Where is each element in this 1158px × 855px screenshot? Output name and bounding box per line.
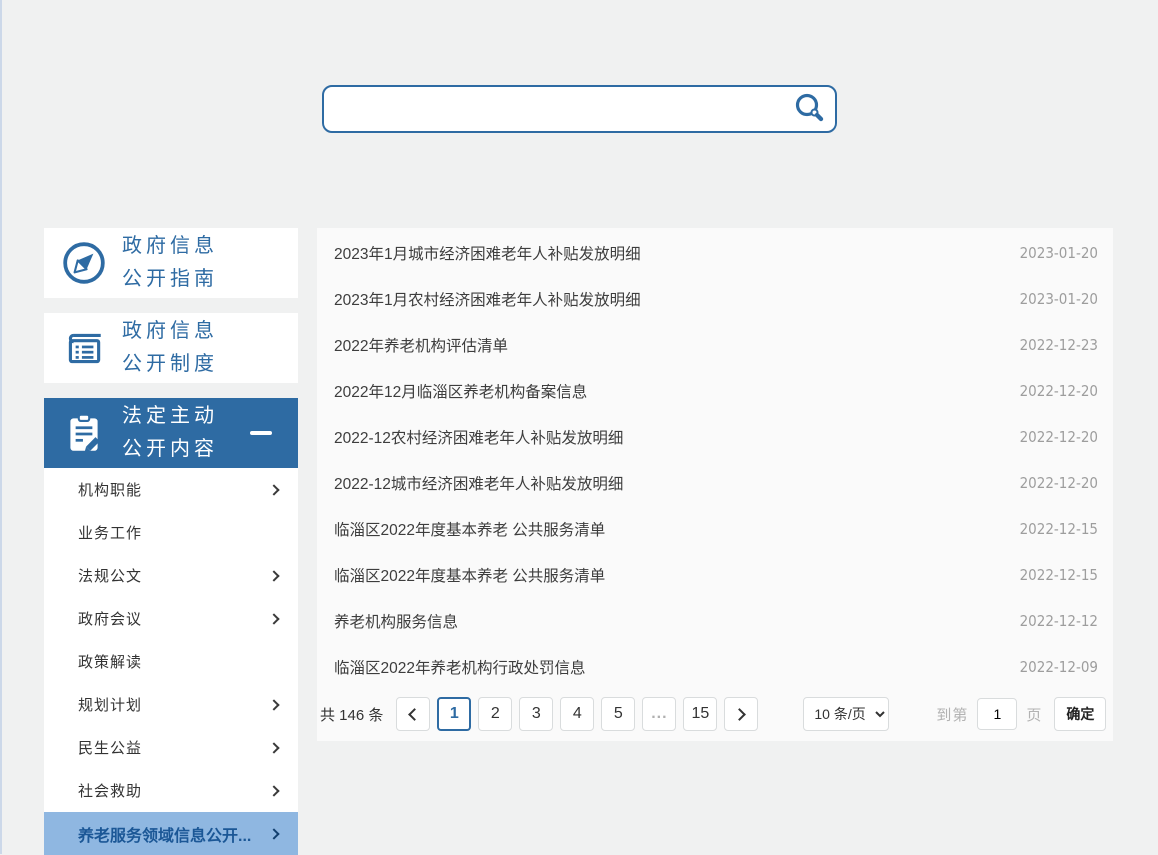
sidebar-menu-item[interactable]: 业务工作 <box>44 511 298 554</box>
list-item: 临淄区2022年度基本养老 公共服务清单 2022-12-15 <box>317 506 1113 552</box>
sidebar-menu-item[interactable]: 规划计划 <box>44 683 298 726</box>
article-link[interactable]: 2023年1月农村经济困难老年人补贴发放明细 <box>334 288 1000 310</box>
page-button[interactable]: 15 <box>683 697 717 731</box>
sidebar: 政府信息 公开指南 政府信息 公开制度 <box>44 228 298 855</box>
collapse-minus-icon[interactable] <box>250 431 272 435</box>
search-button[interactable] <box>789 92 835 127</box>
page-button[interactable]: 1 <box>437 697 471 731</box>
list-item: 养老机构服务信息 2022-12-12 <box>317 598 1113 644</box>
page-number: 4 <box>573 705 582 723</box>
list-item: 2022-12城市经济困难老年人补贴发放明细 2022-12-20 <box>317 460 1113 506</box>
article-link[interactable]: 2023年1月城市经济困难老年人补贴发放明细 <box>334 242 1000 264</box>
article-link[interactable]: 养老机构服务信息 <box>334 610 1000 632</box>
menu-item-label: 社会救助 <box>78 780 142 801</box>
article-date: 2023-01-20 <box>1020 244 1098 262</box>
menu-item-label: 机构职能 <box>78 479 142 500</box>
chevron-right-icon <box>268 828 279 839</box>
article-link[interactable]: 临淄区2022年度基本养老 公共服务清单 <box>334 518 1000 540</box>
sidebar-card-label: 法定主动 公开内容 <box>122 400 218 466</box>
article-date: 2022-12-12 <box>1020 612 1098 630</box>
article-list: 2023年1月城市经济困难老年人补贴发放明细 2023-01-20 2023年1… <box>317 228 1113 690</box>
sidebar-menu-item[interactable]: 社会救助 <box>44 769 298 812</box>
pagination-bar: 共 146 条 1 2 3 4 5 ... 15 10 条/页 <box>317 697 1113 731</box>
list-item: 2023年1月农村经济困难老年人补贴发放明细 2023-01-20 <box>317 276 1113 322</box>
search-bar <box>322 85 837 133</box>
sidebar-card-gov-info-system[interactable]: 政府信息 公开制度 <box>44 313 298 383</box>
article-date: 2023-01-20 <box>1020 290 1098 308</box>
clipboard-pen-icon <box>60 410 108 456</box>
list-item: 2022年12月临淄区养老机构备案信息 2022-12-20 <box>317 368 1113 414</box>
page-number: 1 <box>450 705 459 723</box>
prev-page-button[interactable] <box>396 697 430 731</box>
sidebar-card-legal-disclosure[interactable]: 法定主动 公开内容 <box>44 398 298 468</box>
article-link[interactable]: 2022-12农村经济困难老年人补贴发放明细 <box>334 426 1000 448</box>
article-date: 2022-12-09 <box>1020 658 1098 676</box>
page-button[interactable]: 5 <box>601 697 635 731</box>
page-number: 3 <box>532 705 541 723</box>
article-link[interactable]: 2022年养老机构评估清单 <box>334 334 1000 356</box>
list-item: 2022-12农村经济困难老年人补贴发放明细 2022-12-20 <box>317 414 1113 460</box>
sidebar-menu-item[interactable]: 政府会议 <box>44 597 298 640</box>
article-date: 2022-12-23 <box>1020 336 1098 354</box>
menu-item-label: 规划计划 <box>78 694 142 715</box>
article-link[interactable]: 2022-12城市经济困难老年人补贴发放明细 <box>334 472 1000 494</box>
next-page-button[interactable] <box>724 697 758 731</box>
sidebar-menu-item[interactable]: 机构职能 <box>44 468 298 511</box>
article-date: 2022-12-20 <box>1020 474 1098 492</box>
confirm-button[interactable]: 确定 <box>1054 697 1106 731</box>
list-item: 临淄区2022年养老机构行政处罚信息 2022-12-09 <box>317 644 1113 690</box>
article-link[interactable]: 临淄区2022年养老机构行政处罚信息 <box>334 656 1000 678</box>
sidebar-menu-item[interactable]: 政策解读 <box>44 640 298 683</box>
page-edge-strip <box>0 0 2 854</box>
article-date: 2022-12-15 <box>1020 566 1098 584</box>
chevron-right-icon <box>268 613 279 624</box>
list-item: 2022年养老机构评估清单 2022-12-23 <box>317 322 1113 368</box>
chevron-right-icon <box>268 785 279 796</box>
goto-page-label: 到第 <box>936 704 968 725</box>
sidebar-menu: 机构职能 业务工作 法规公文 政府会议 政策解读 规划计划 民生公益 <box>44 468 298 855</box>
chevron-right-icon <box>734 708 747 721</box>
compass-icon <box>60 240 108 286</box>
content-panel: 2023年1月城市经济困难老年人补贴发放明细 2023-01-20 2023年1… <box>317 228 1113 741</box>
article-date: 2022-12-15 <box>1020 520 1098 538</box>
article-date: 2022-12-20 <box>1020 428 1098 446</box>
chevron-right-icon <box>268 699 279 710</box>
sidebar-menu-item[interactable]: 法规公文 <box>44 554 298 597</box>
menu-item-label: 业务工作 <box>78 522 142 543</box>
page-number: ... <box>651 705 667 723</box>
menu-item-label: 民生公益 <box>78 737 142 758</box>
menu-item-label: 养老服务领域信息公开... <box>78 822 251 846</box>
chevron-right-icon <box>268 484 279 495</box>
page-number: 15 <box>691 705 709 723</box>
menu-item-label: 政策解读 <box>78 651 142 672</box>
goto-page-unit: 页 <box>1026 704 1042 725</box>
page-button[interactable]: 2 <box>478 697 512 731</box>
chevron-right-icon <box>268 742 279 753</box>
menu-item-label: 政府会议 <box>78 608 142 629</box>
total-count: 共 146 条 <box>320 704 383 725</box>
goto-page-input[interactable] <box>977 698 1017 730</box>
search-icon <box>793 92 825 127</box>
sidebar-card-label: 政府信息 公开制度 <box>122 315 218 381</box>
book-icon <box>60 325 108 371</box>
page-button[interactable]: 4 <box>560 697 594 731</box>
sidebar-menu-item[interactable]: 民生公益 <box>44 726 298 769</box>
page-size-select[interactable]: 10 条/页 <box>803 697 889 731</box>
article-link[interactable]: 2022年12月临淄区养老机构备案信息 <box>334 380 1000 402</box>
article-date: 2022-12-20 <box>1020 382 1098 400</box>
search-input[interactable] <box>324 87 789 131</box>
list-item: 临淄区2022年度基本养老 公共服务清单 2022-12-15 <box>317 552 1113 598</box>
menu-item-label: 法规公文 <box>78 565 142 586</box>
list-item: 2023年1月城市经济困难老年人补贴发放明细 2023-01-20 <box>317 230 1113 276</box>
page-button[interactable]: 3 <box>519 697 553 731</box>
page-button[interactable]: ... <box>642 697 676 731</box>
chevron-right-icon <box>268 570 279 581</box>
sidebar-card-gov-info-guide[interactable]: 政府信息 公开指南 <box>44 228 298 298</box>
chevron-left-icon <box>409 708 422 721</box>
page-number: 2 <box>491 705 500 723</box>
sidebar-menu-item[interactable]: 养老服务领域信息公开... <box>44 812 298 855</box>
article-link[interactable]: 临淄区2022年度基本养老 公共服务清单 <box>334 564 1000 586</box>
sidebar-card-label: 政府信息 公开指南 <box>122 230 218 296</box>
page-number: 5 <box>614 705 623 723</box>
